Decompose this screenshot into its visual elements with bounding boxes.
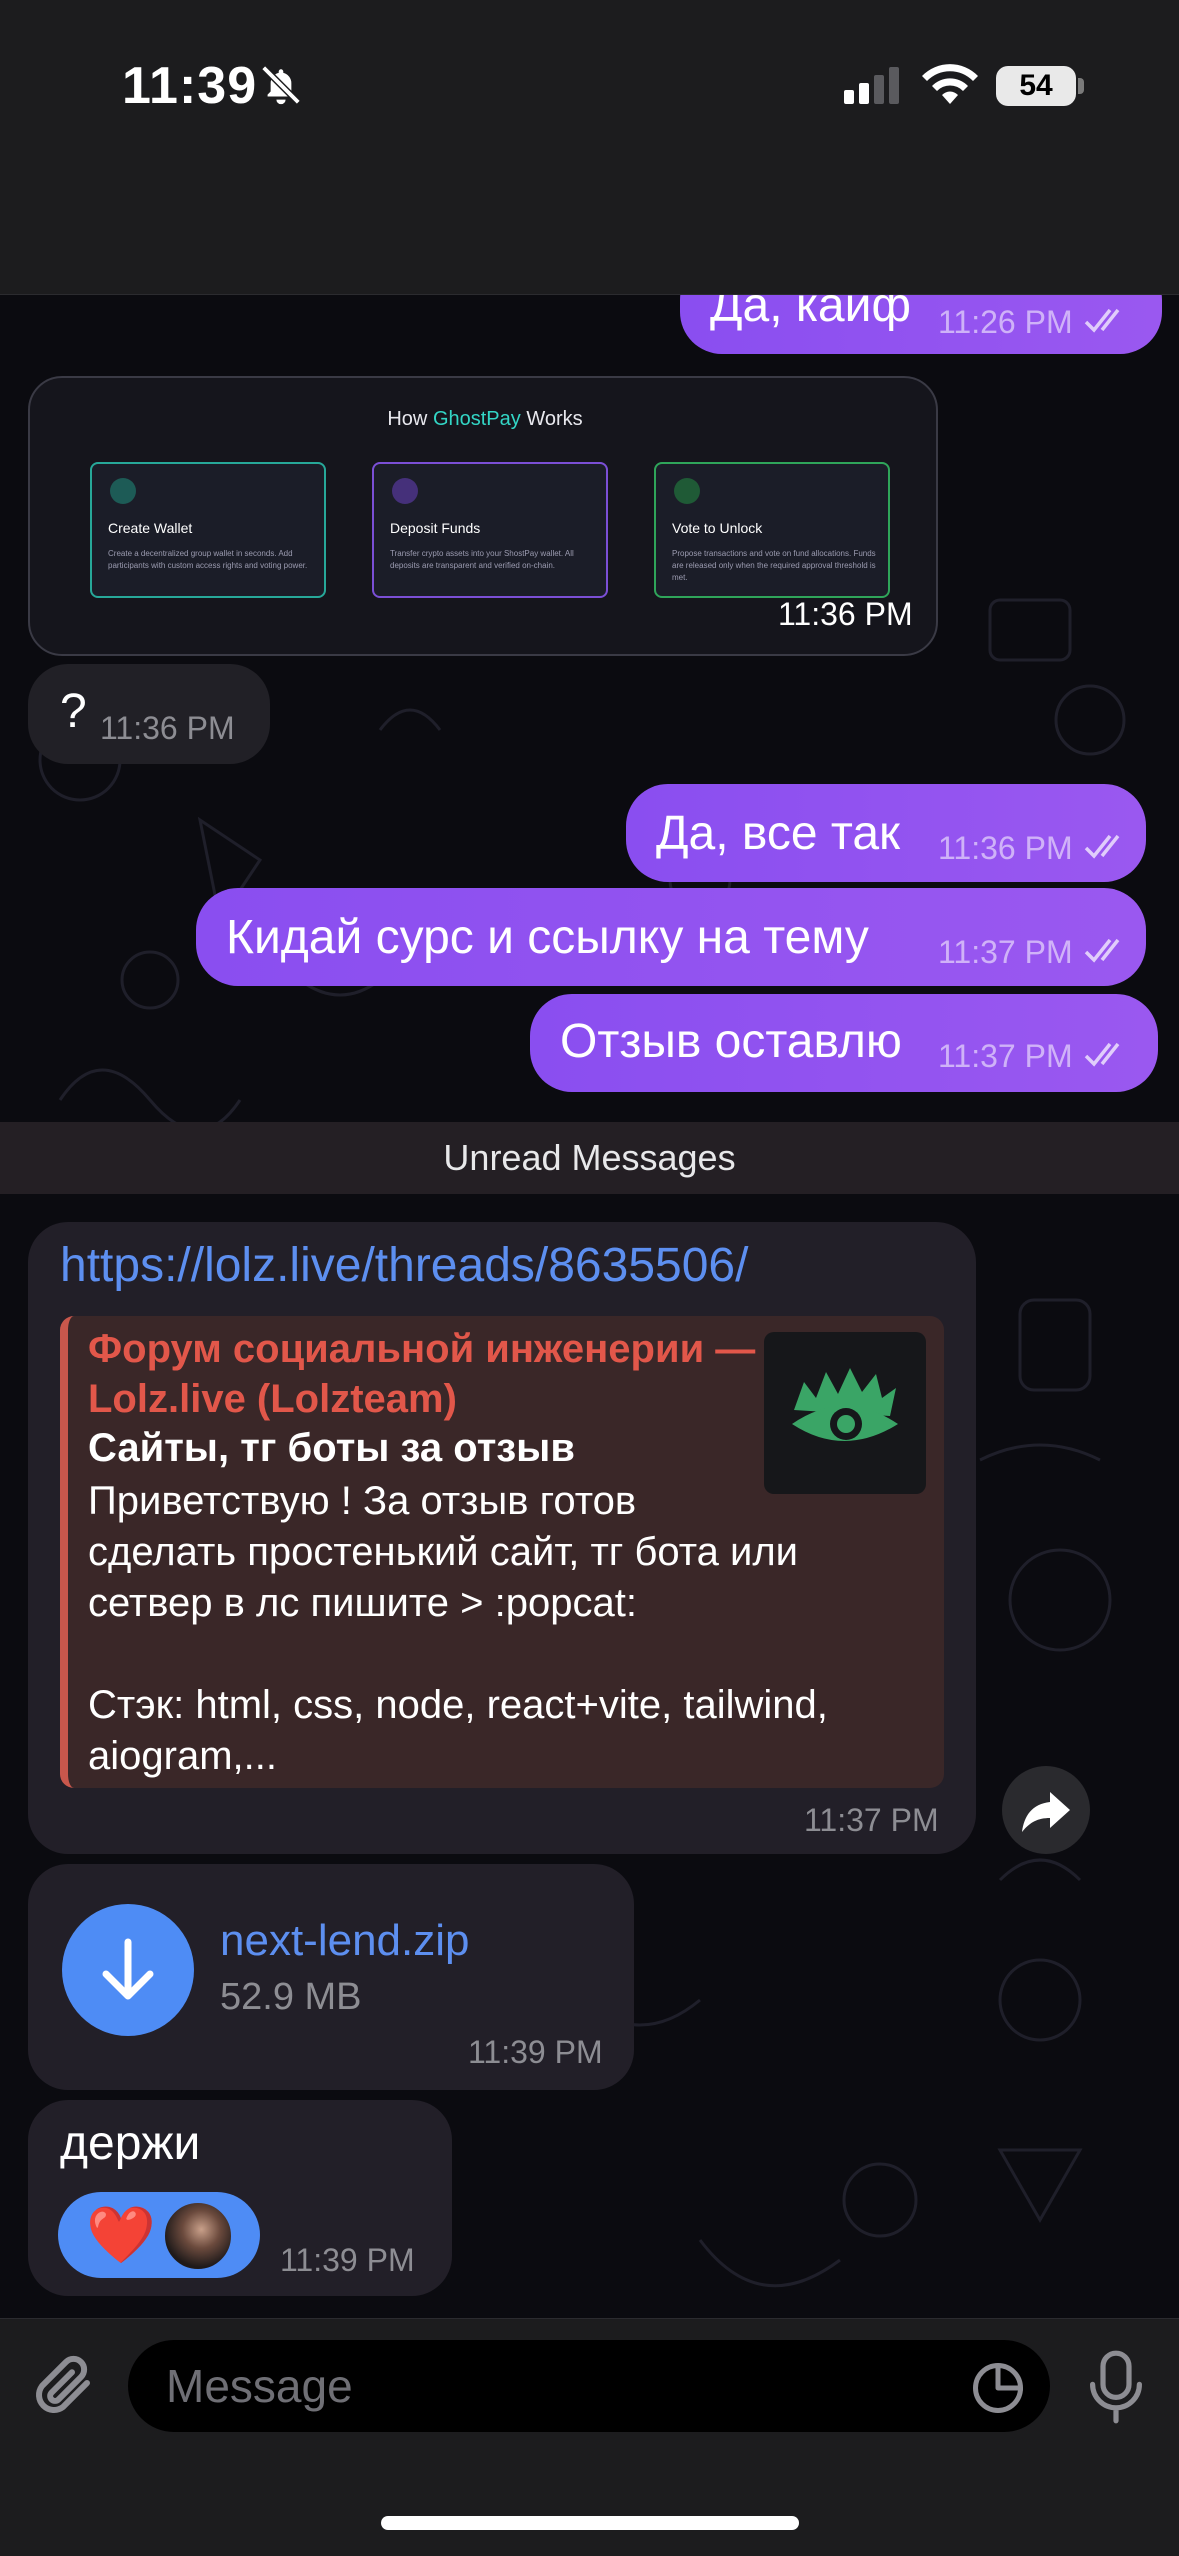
heart-reaction-icon: ❤️ bbox=[86, 2203, 156, 2266]
message-input[interactable] bbox=[128, 2340, 1050, 2432]
message-time: 11:37 PM bbox=[804, 1802, 939, 1838]
card-title: Deposit Funds bbox=[390, 520, 481, 536]
wallet-icon bbox=[110, 478, 136, 504]
card-title: Create Wallet bbox=[108, 520, 193, 536]
message-time: 11:36 PM bbox=[778, 596, 913, 632]
share-arrow-icon bbox=[1022, 1792, 1070, 1832]
card-description: Propose transactions and vote on fund al… bbox=[672, 549, 876, 582]
image-message[interactable]: How GhostPay Works Create Wallet Create … bbox=[28, 376, 938, 656]
message-time: 11:36 PM bbox=[100, 710, 235, 746]
message-time: 11:37 PM bbox=[938, 934, 1073, 970]
link-preview-description: Приветствую ! За отзыв готов сделать про… bbox=[88, 1479, 828, 1778]
link-preview-site: Форум социальной инженерии — Lolz.live (… bbox=[88, 1327, 756, 1421]
read-checks-icon bbox=[1084, 938, 1120, 963]
attach-paperclip-icon[interactable] bbox=[30, 2350, 102, 2428]
image-title: How GhostPay Works bbox=[387, 408, 583, 430]
wifi-icon bbox=[922, 64, 978, 104]
battery-cap bbox=[1078, 78, 1084, 94]
image-card-vote-to-unlock: Vote to Unlock Propose transactions and … bbox=[654, 462, 890, 598]
message-time: 11:37 PM bbox=[938, 1038, 1073, 1074]
message-time: 11:39 PM bbox=[468, 2034, 603, 2070]
unlock-icon bbox=[674, 478, 700, 504]
card-title: Vote to Unlock bbox=[672, 520, 763, 536]
read-checks-icon bbox=[1084, 834, 1120, 859]
message-time: 11:39 PM bbox=[280, 2242, 415, 2278]
status-time: 11:39 bbox=[122, 57, 258, 115]
card-description: Transfer crypto assets into your ShostPa… bbox=[390, 549, 574, 570]
link-preview-title: Сайты, тг боты за отзыв bbox=[88, 1426, 575, 1470]
read-checks-icon bbox=[1084, 1042, 1120, 1067]
message-text: Да, все так bbox=[656, 807, 901, 860]
message-link[interactable]: https://lolz.live/threads/8635506/ bbox=[60, 1238, 748, 1293]
file-name[interactable]: next-lend.zip bbox=[220, 1916, 469, 1966]
card-description: Create a decentralized group wallet in s… bbox=[108, 549, 308, 570]
bell-muted-icon bbox=[261, 65, 301, 105]
message-time: 11:26 PM bbox=[938, 304, 1073, 340]
link-preview-thumbnail bbox=[764, 1332, 926, 1494]
reactor-avatar bbox=[162, 2200, 234, 2272]
sticker-icon[interactable] bbox=[968, 2358, 1028, 2418]
message-text: держи bbox=[60, 2117, 201, 2170]
message-time: 11:36 PM bbox=[938, 830, 1073, 866]
unread-messages-separator: Unread Messages bbox=[0, 1122, 1179, 1194]
lolz-logo-icon bbox=[792, 1368, 898, 1441]
download-arrow-icon bbox=[102, 1938, 154, 2000]
message-text: Кидай сурс и ссылку на тему bbox=[226, 911, 869, 964]
chat-header-overlay bbox=[0, 160, 1179, 295]
battery-level: 54 bbox=[1019, 69, 1053, 102]
image-card-deposit-funds: Deposit Funds Transfer crypto assets int… bbox=[372, 462, 608, 598]
cellular-signal-icon bbox=[844, 67, 899, 104]
microphone-icon[interactable] bbox=[1084, 2348, 1148, 2426]
download-button[interactable] bbox=[62, 1904, 194, 2036]
message-text: ? bbox=[60, 685, 87, 738]
home-indicator bbox=[381, 2516, 799, 2530]
file-size: 52.9 MB bbox=[220, 1976, 362, 2018]
user-icon bbox=[392, 478, 418, 504]
message-text: Отзыв оставлю bbox=[560, 1015, 902, 1068]
read-checks-icon bbox=[1084, 308, 1120, 333]
share-button[interactable] bbox=[1002, 1766, 1090, 1854]
image-card-create-wallet: Create Wallet Create a decentralized gro… bbox=[90, 462, 326, 598]
